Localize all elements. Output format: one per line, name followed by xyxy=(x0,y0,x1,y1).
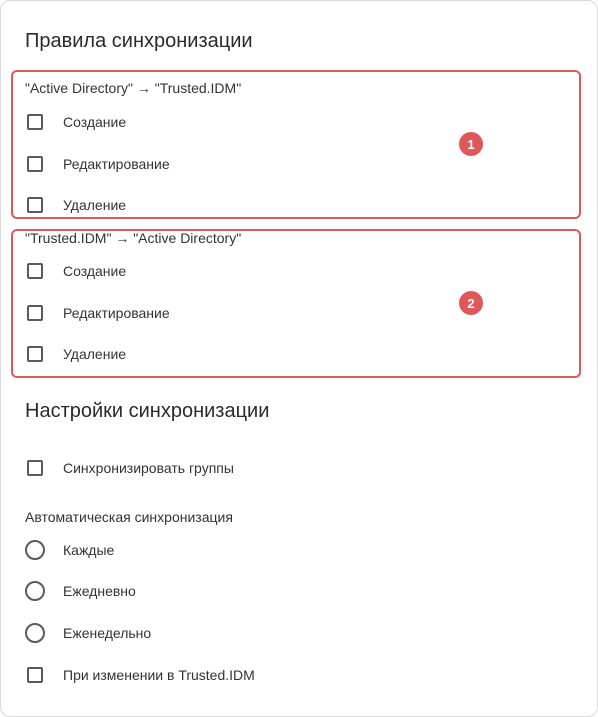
checkbox-row-on-change[interactable]: При изменении в Trusted.IDM xyxy=(27,664,255,686)
radio-label: Ежедневно xyxy=(63,583,136,599)
checkbox-label: Удаление xyxy=(63,197,127,213)
checkbox-ad-delete[interactable] xyxy=(27,197,43,213)
checkbox-label: Удаление xyxy=(63,346,127,362)
annotation-badge-2: 2 xyxy=(459,291,483,315)
checkbox-row-ad-delete[interactable]: Удаление xyxy=(27,194,126,216)
radio-row-every[interactable]: Каждые xyxy=(25,539,115,561)
checkbox-row-ad-create[interactable]: Создание xyxy=(27,111,126,133)
checkbox-label: Создание xyxy=(63,114,127,130)
group-label-idm-to-ad: "Trusted.IDM" → "Active Directory" xyxy=(25,230,242,246)
checkbox-row-idm-edit[interactable]: Редактирование xyxy=(27,302,170,324)
checkbox-idm-delete[interactable] xyxy=(27,346,43,362)
checkbox-label: Синхронизировать группы xyxy=(63,460,234,476)
checkbox-row-idm-delete[interactable]: Удаление xyxy=(27,343,126,365)
sync-settings-card: Правила синхронизации 1 "Active Director… xyxy=(0,0,598,717)
checkbox-on-change[interactable] xyxy=(27,667,43,683)
auto-sync-label: Автоматическая синхронизация xyxy=(25,509,233,525)
checkbox-idm-edit[interactable] xyxy=(27,305,43,321)
checkbox-row-sync-groups[interactable]: Синхронизировать группы xyxy=(27,457,234,479)
checkbox-ad-edit[interactable] xyxy=(27,156,43,172)
checkbox-label: При изменении в Trusted.IDM xyxy=(63,667,255,683)
radio-row-weekly[interactable]: Еженедельно xyxy=(25,622,152,644)
sync-settings-title: Настройки синхронизации xyxy=(25,400,270,422)
checkbox-label: Редактирование xyxy=(63,156,170,172)
radio-label: Каждые xyxy=(63,542,115,558)
group-label-ad-to-idm: "Active Directory" → "Trusted.IDM" xyxy=(25,80,242,96)
radio-weekly[interactable] xyxy=(25,623,45,643)
checkbox-sync-groups[interactable] xyxy=(27,460,43,476)
radio-label: Еженедельно xyxy=(63,625,152,641)
radio-every[interactable] xyxy=(25,540,45,560)
annotation-badge-1: 1 xyxy=(459,132,483,156)
checkbox-row-idm-create[interactable]: Создание xyxy=(27,260,126,282)
radio-daily[interactable] xyxy=(25,581,45,601)
checkbox-label: Редактирование xyxy=(63,305,170,321)
checkbox-label: Создание xyxy=(63,263,127,279)
checkbox-row-ad-edit[interactable]: Редактирование xyxy=(27,153,170,175)
sync-rules-title: Правила синхронизации xyxy=(25,30,253,52)
checkbox-ad-create[interactable] xyxy=(27,114,43,130)
checkbox-idm-create[interactable] xyxy=(27,263,43,279)
radio-row-daily[interactable]: Ежедневно xyxy=(25,580,136,602)
